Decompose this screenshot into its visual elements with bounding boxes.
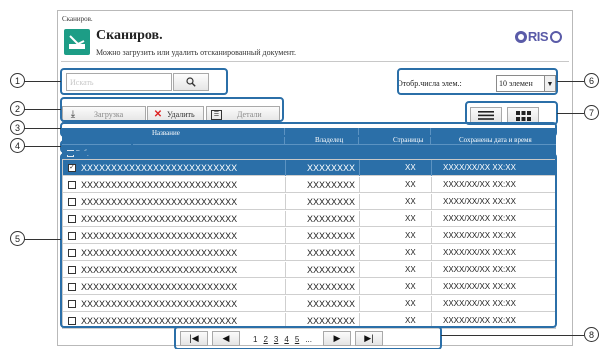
callout-bracket-5 (60, 153, 557, 328)
callout-line-3 (24, 128, 61, 129)
callout-1: 1 (10, 73, 25, 88)
callout-line-5 (24, 239, 61, 240)
callout-7: 7 (584, 105, 599, 120)
callout-line-1 (24, 81, 61, 82)
callout-6: 6 (584, 73, 599, 88)
header-divider (61, 61, 569, 62)
callout-line-2 (24, 109, 61, 110)
callout-bracket-4 (60, 140, 133, 153)
callout-line-8 (441, 335, 584, 336)
page-description: Можно загрузить или удалить отсканирован… (96, 48, 297, 57)
logo-o-icon (550, 30, 562, 43)
callout-line-7 (557, 113, 584, 114)
callout-4: 4 (10, 138, 25, 153)
callout-5: 5 (10, 231, 25, 246)
callout-line-6 (557, 81, 584, 82)
logo-mark-icon (514, 30, 527, 43)
callout-bracket-7 (465, 101, 558, 125)
callout-2: 2 (10, 101, 25, 116)
logo-text: RIS (527, 29, 549, 44)
callout-bracket-2 (60, 97, 284, 122)
page-title: Сканиров. (96, 28, 163, 43)
callout-3: 3 (10, 120, 25, 135)
callout-line-4 (24, 146, 61, 147)
callout-8: 8 (584, 327, 599, 342)
callout-bracket-6 (397, 68, 558, 95)
breadcrumb: Сканиров. (62, 15, 93, 23)
scanner-icon (64, 29, 90, 55)
callout-bracket-8 (174, 326, 442, 349)
riso-logo: RIS (514, 29, 562, 44)
callout-bracket-1 (60, 68, 228, 95)
